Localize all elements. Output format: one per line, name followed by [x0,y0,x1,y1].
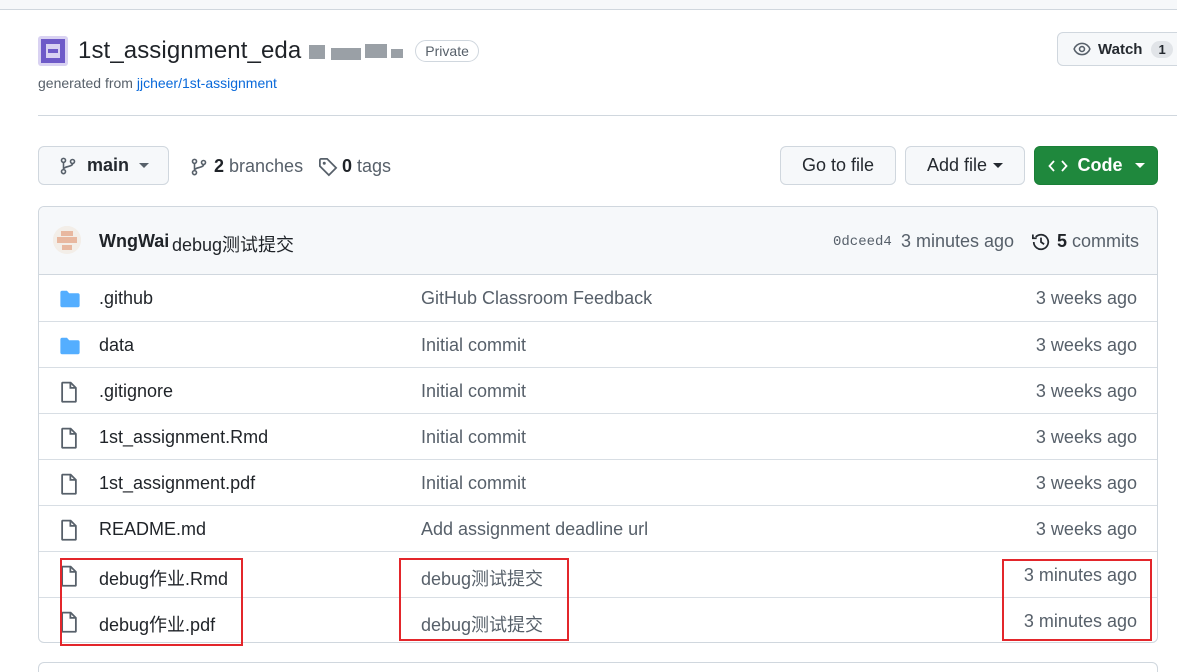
file-commit-message-link[interactable]: debug测试提交 [421,611,543,637]
repo-name[interactable]: 1st_assignment_eda [78,37,301,65]
file-row[interactable]: .github GitHub Classroom Feedback 3 weeks … [39,275,1157,321]
file-icon [59,381,79,408]
chevron-down-icon [1134,163,1145,168]
file-updated-time: 3 minutes ago [1023,611,1137,631]
repo-header: 1st_assignment_eda Private [38,34,479,68]
eye-icon [1073,42,1091,56]
code-icon [1047,159,1068,172]
header-divider [38,115,1177,116]
latest-commit-bar: WngWai debug测试提交 0dceed4 3 minutes ago 5… [39,207,1157,275]
file-commit-message-link[interactable]: Initial commit [421,335,526,356]
file-commit-message-link[interactable]: Initial commit [421,473,526,494]
file-name-link[interactable]: .github [99,288,153,309]
file-icon [59,519,79,546]
chevron-down-icon [139,163,150,168]
commit-message[interactable]: debug测试提交 [172,231,294,257]
file-row[interactable]: debug作业.Rmd debug测试提交 3 minutes ago [39,551,1157,597]
file-icon [59,427,79,454]
file-name-link[interactable]: debug作业.Rmd [99,565,228,591]
commit-time: 3 minutes ago [901,231,1015,251]
branch-icon [60,157,76,174]
generated-prefix: generated from [38,75,133,91]
file-row[interactable]: 1st_assignment.Rmd Initial commit 3 weeks … [39,413,1157,459]
file-updated-time: 3 weeks ago [1035,381,1137,401]
file-row[interactable]: data Initial commit 3 weeks ago [39,321,1157,367]
file-name-link[interactable]: data [99,335,134,356]
go-to-file-button[interactable]: Go to file [780,146,896,185]
file-updated-time: 3 weeks ago [1035,335,1137,355]
file-commit-message-link[interactable]: Initial commit [421,381,526,402]
add-file-label: Add file [926,155,988,175]
branches-link[interactable]: 2 branches [190,156,303,177]
commits-link[interactable]: 5 commits [1031,231,1139,252]
file-commit-message-link[interactable]: GitHub Classroom Feedback [421,288,652,309]
file-name-link[interactable]: 1st_assignment.pdf [99,473,255,494]
commit-author[interactable]: WngWai [99,231,169,252]
file-updated-time: 3 minutes ago [1023,565,1137,585]
file-name-link[interactable]: .gitignore [99,381,173,402]
file-updated-time: 3 weeks ago [1035,427,1137,447]
tags-link[interactable]: 0 tags [318,156,391,177]
file-name-link[interactable]: debug作业.pdf [99,611,215,637]
add-file-button[interactable]: Add file [905,146,1025,185]
top-strip [0,0,1177,10]
watch-button[interactable]: Watch 1 [1057,32,1177,66]
commits-count: 5 [1057,231,1068,251]
file-row[interactable]: .gitignore Initial commit 3 weeks ago [39,367,1157,413]
go-to-file-label: Go to file [801,155,875,175]
commit-sha[interactable]: 0dceed4 [833,234,892,250]
file-icon [59,611,79,638]
template-repo-link[interactable]: jjcheer/1st-assignment [137,75,277,91]
file-updated-time: 3 weeks ago [1035,473,1137,493]
watch-label: Watch [1098,40,1143,58]
file-list: .github GitHub Classroom Feedback 3 weeks … [39,275,1157,642]
history-icon [1032,233,1050,250]
tags-label: tags [357,156,392,176]
file-row[interactable]: debug作业.pdf debug测试提交 3 minutes ago [39,597,1157,642]
branch-name: main [87,155,130,175]
folder-icon [59,289,81,314]
watch-count: 1 [1151,40,1173,58]
file-commit-message-link[interactable]: Initial commit [421,427,526,448]
repo-avatar-icon [38,36,68,66]
tags-count: 0 [342,156,353,176]
chevron-down-icon [993,163,1004,168]
code-label: Code [1077,155,1123,175]
visibility-badge: Private [415,40,479,62]
branch-icon [191,158,207,175]
avatar[interactable] [53,226,81,254]
file-icon [59,473,79,500]
branches-count: 2 [214,156,225,176]
file-commit-message-link[interactable]: Add assignment deadline url [421,519,648,540]
code-button[interactable]: Code [1034,146,1158,185]
file-row[interactable]: 1st_assignment.pdf Initial commit 3 weeks … [39,459,1157,505]
file-updated-time: 3 weeks ago [1035,519,1137,539]
folder-icon [59,336,81,361]
commits-label: commits [1072,231,1140,251]
file-name-link[interactable]: 1st_assignment.Rmd [99,427,268,448]
readme-box-edge [38,662,1158,672]
branches-label: branches [229,156,304,176]
file-updated-time: 3 weeks ago [1035,288,1137,308]
file-icon [59,565,79,592]
file-name-link[interactable]: README.md [99,519,206,540]
branch-selector[interactable]: main [38,146,169,185]
file-browser: WngWai debug测试提交 0dceed4 3 minutes ago 5… [38,206,1158,643]
redacted-owner [309,39,405,63]
tag-icon [319,157,338,176]
file-commit-message-link[interactable]: debug测试提交 [421,565,543,591]
generated-from: generated from jjcheer/1st-assignment [38,75,277,91]
file-row[interactable]: README.md Add assignment deadline url 3 we… [39,505,1157,551]
